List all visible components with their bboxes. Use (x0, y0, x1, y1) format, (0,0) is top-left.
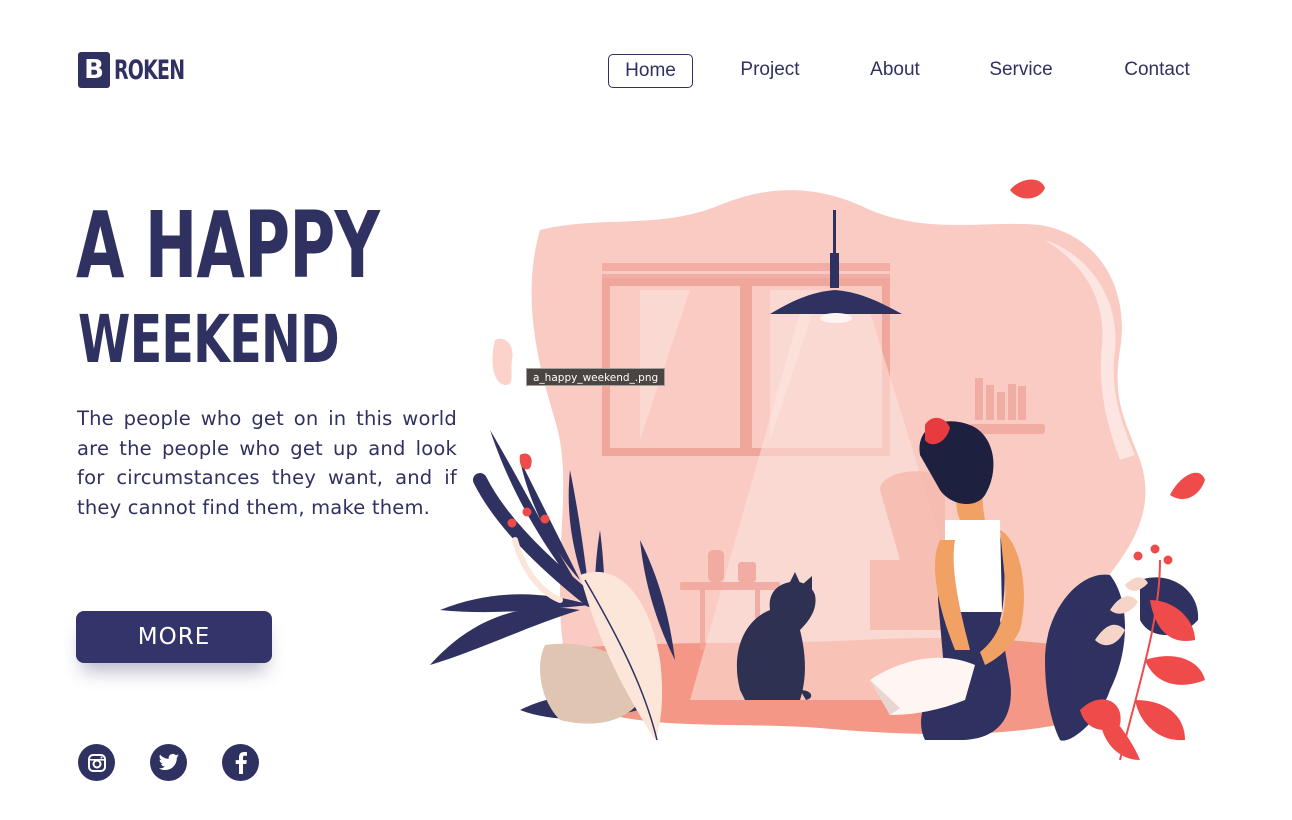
twitter-icon (158, 753, 179, 770)
facebook-icon (235, 751, 247, 774)
hero-illustration (430, 179, 1205, 761)
hero-title-line2: WEEKEND (78, 301, 340, 378)
main-nav: Home Project About Service Contact (0, 54, 1292, 88)
more-button[interactable]: MORE (76, 611, 272, 663)
hero-title-line1: A HAPPY (76, 192, 380, 299)
instagram-icon (87, 753, 106, 772)
twitter-button[interactable] (150, 744, 187, 781)
nav-item-service[interactable]: Service (980, 54, 1062, 88)
nav-item-about[interactable]: About (862, 54, 928, 88)
nav-item-project[interactable]: Project (730, 54, 810, 88)
nav-item-contact[interactable]: Contact (1112, 54, 1202, 88)
hero-description: The people who get on in this world are … (77, 407, 457, 519)
instagram-button[interactable] (78, 744, 115, 781)
nav-item-home[interactable]: Home (608, 54, 693, 88)
filename-tooltip: a_happy_weekend_.png (526, 368, 666, 386)
facebook-button[interactable] (222, 744, 259, 781)
